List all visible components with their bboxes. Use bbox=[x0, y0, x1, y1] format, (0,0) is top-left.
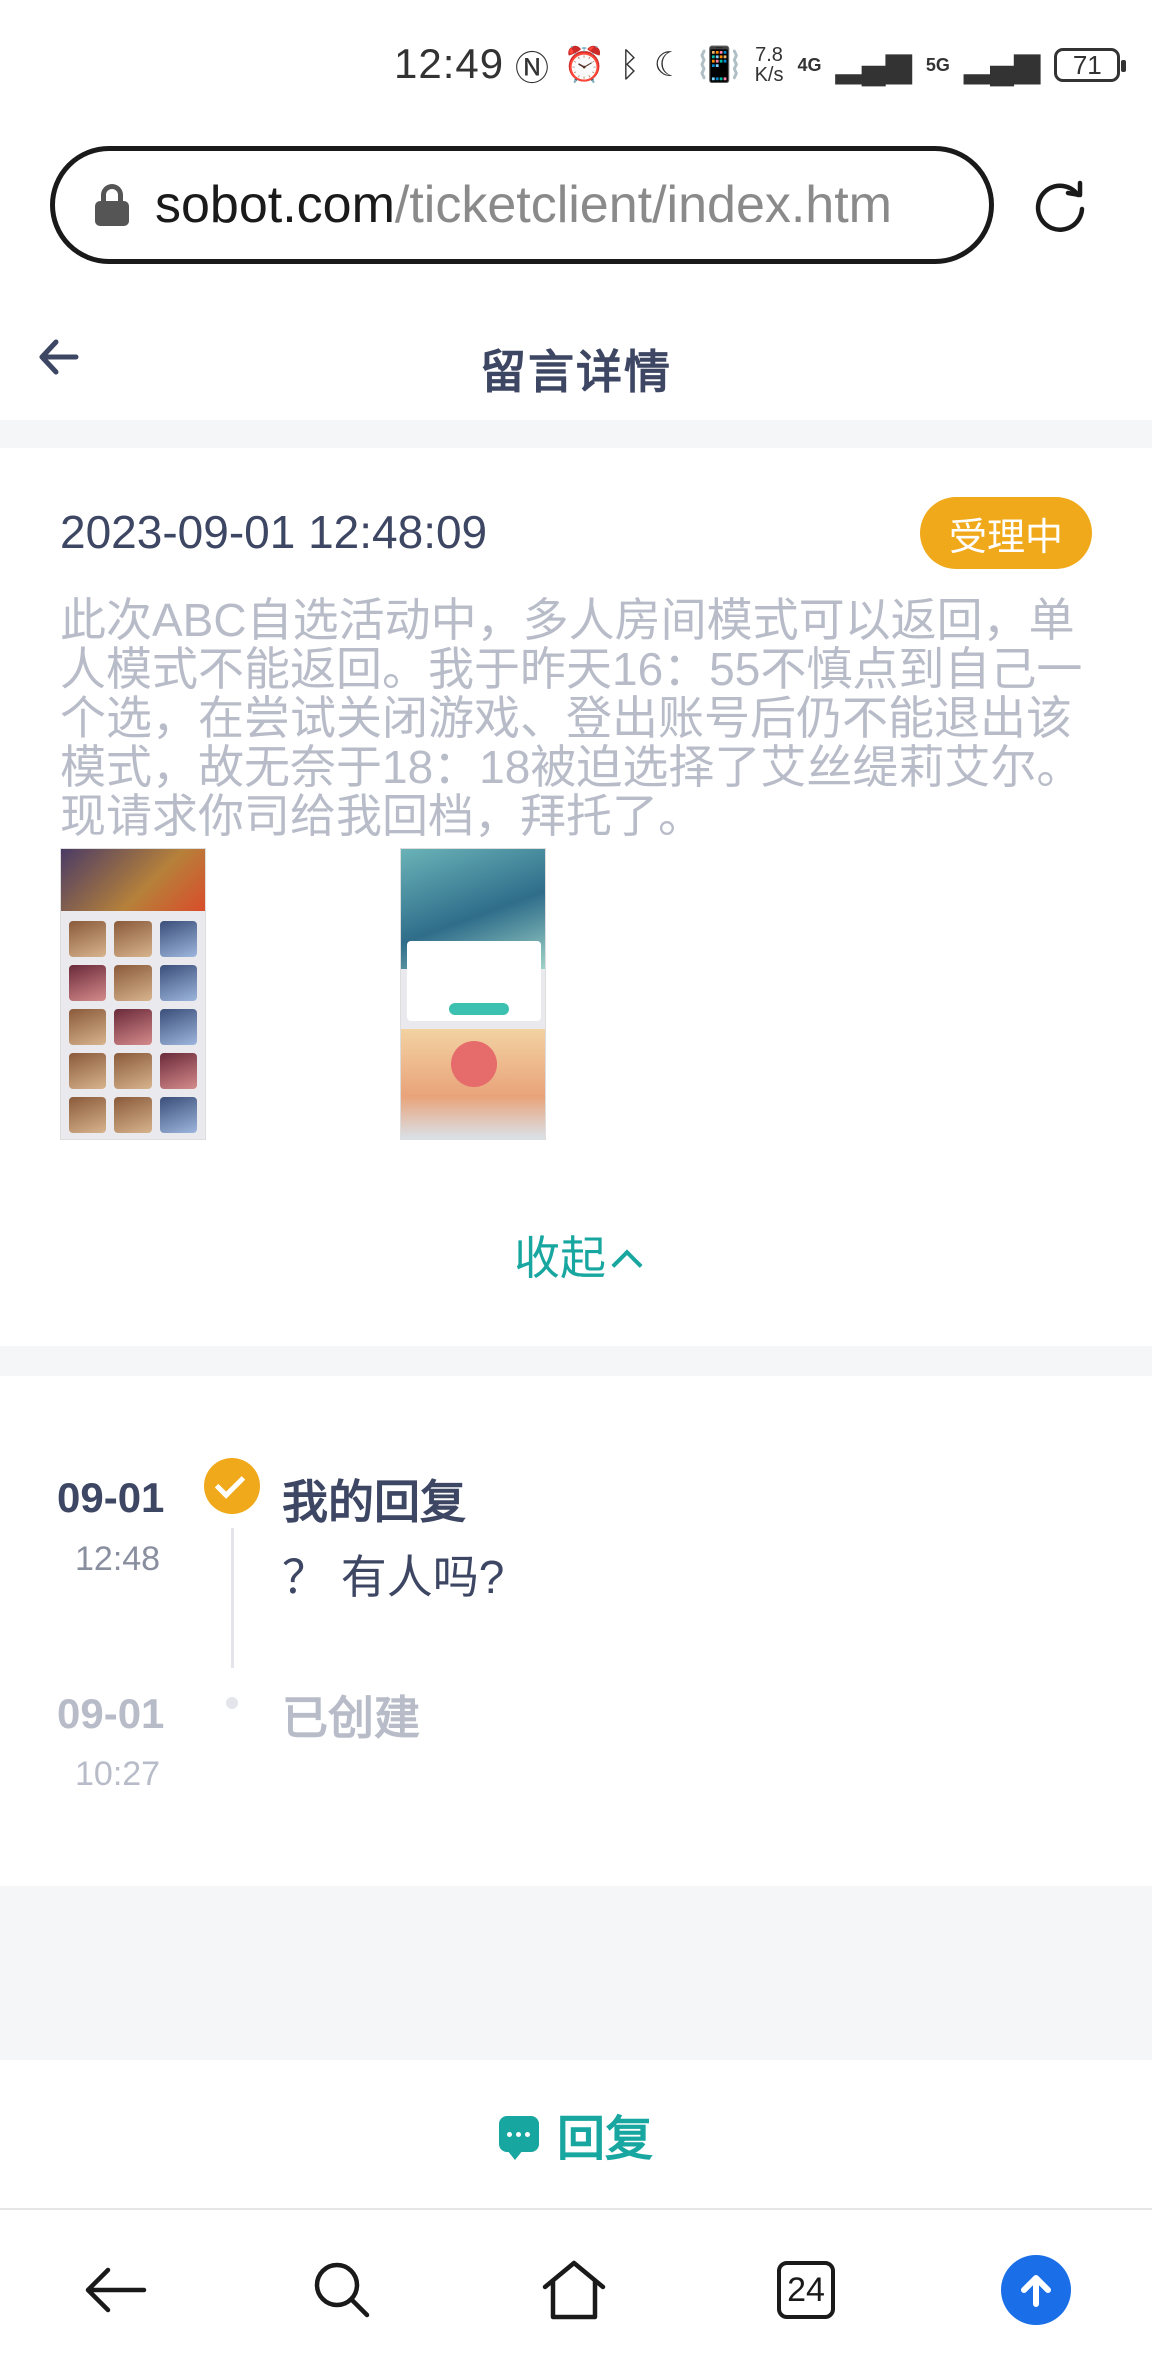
bluetooth-icon: ᛒ bbox=[619, 45, 640, 84]
chat-bubble-icon bbox=[498, 2116, 539, 2160]
check-circle-icon bbox=[204, 1458, 260, 1514]
url-path: /ticketclient/index.htm bbox=[394, 176, 892, 234]
nfc-icon: Ⓝ bbox=[515, 49, 549, 88]
timeline-dot-icon bbox=[226, 1697, 238, 1709]
vibrate-icon: 📳 bbox=[698, 46, 741, 84]
alarm-icon: ⏰ bbox=[563, 46, 606, 84]
search-icon bbox=[314, 2262, 370, 2318]
nav-home-button[interactable] bbox=[534, 2250, 614, 2330]
timeline-line bbox=[231, 1528, 234, 1668]
battery-icon: 71 bbox=[1054, 48, 1127, 82]
section-divider bbox=[0, 420, 1152, 448]
signal-icon: ▂▄▆ bbox=[835, 46, 912, 84]
reply-label: 回复 bbox=[556, 2113, 653, 2166]
chevron-up-icon bbox=[611, 1249, 643, 1281]
network-4g-label: 4G bbox=[797, 54, 822, 75]
nav-tabs-button[interactable]: 24 bbox=[766, 2250, 846, 2330]
arrow-up-icon bbox=[1001, 2255, 1071, 2325]
reload-icon[interactable] bbox=[1030, 175, 1090, 235]
signal-icon-2: ▂▄▆ bbox=[963, 46, 1041, 84]
timeline-time: 12:48 bbox=[75, 1540, 161, 1578]
moon-icon: ☾ bbox=[653, 46, 685, 84]
nav-back-button[interactable] bbox=[75, 2250, 155, 2330]
timeline-time: 10:27 bbox=[75, 1755, 161, 1793]
address-bar[interactable]: sobot.com/ticketclient/index.htm bbox=[50, 146, 994, 264]
timeline-title: 已创建 bbox=[282, 1692, 420, 1744]
back-icon bbox=[85, 2267, 147, 2313]
ticket-body: 此次ABC自选活动中，多人房间模式可以返回，单人模式不能返回。我于昨天16：55… bbox=[60, 594, 1083, 842]
status-icons: Ⓝ ⏰ ᛒ ☾ 📳 7.8 K/s 4G ▂▄▆ 5G ▂▄▆ 71 bbox=[515, 40, 1127, 90]
page-header: 留言详情 bbox=[0, 300, 1152, 420]
timeline-title: 我的回复 bbox=[282, 1476, 466, 1528]
status-time: 12:49 bbox=[394, 40, 505, 87]
page-title: 留言详情 bbox=[480, 346, 672, 398]
url-text[interactable]: sobot.com/ticketclient/index.htm bbox=[155, 175, 892, 235]
tabs-count: 24 bbox=[777, 2261, 835, 2319]
lock-icon bbox=[95, 184, 129, 226]
timeline-content: ？ 有人吗? bbox=[282, 1551, 505, 1603]
reply-button[interactable]: 回复 bbox=[0, 2060, 1152, 2208]
browser-bottom-nav: 24 bbox=[0, 2208, 1152, 2376]
attachment-image-1[interactable] bbox=[60, 848, 206, 1140]
section-divider bbox=[0, 1346, 1152, 1376]
net-speed: 7.8 K/s bbox=[754, 44, 784, 86]
status-badge: 受理中 bbox=[920, 497, 1092, 569]
collapse-label: 收起 bbox=[514, 1232, 606, 1284]
network-5g-label: 5G bbox=[925, 54, 950, 75]
section-divider bbox=[0, 1886, 1152, 2060]
nav-upload-button[interactable] bbox=[996, 2250, 1076, 2330]
timeline-date: 09-01 bbox=[57, 1690, 165, 1737]
url-domain: sobot.com bbox=[155, 176, 395, 234]
nav-search-button[interactable] bbox=[302, 2250, 382, 2330]
collapse-button[interactable]: 收起 bbox=[0, 1222, 1152, 1288]
attachment-image-2[interactable] bbox=[400, 848, 546, 1140]
home-icon bbox=[542, 2260, 606, 2320]
ticket-date: 2023-09-01 12:48:09 bbox=[60, 506, 488, 558]
timeline-date: 09-01 bbox=[57, 1474, 165, 1521]
status-bar: 12:49 Ⓝ ⏰ ᛒ ☾ 📳 7.8 K/s 4G ▂▄▆ 5G ▂▄▆ 71 bbox=[0, 0, 1152, 130]
